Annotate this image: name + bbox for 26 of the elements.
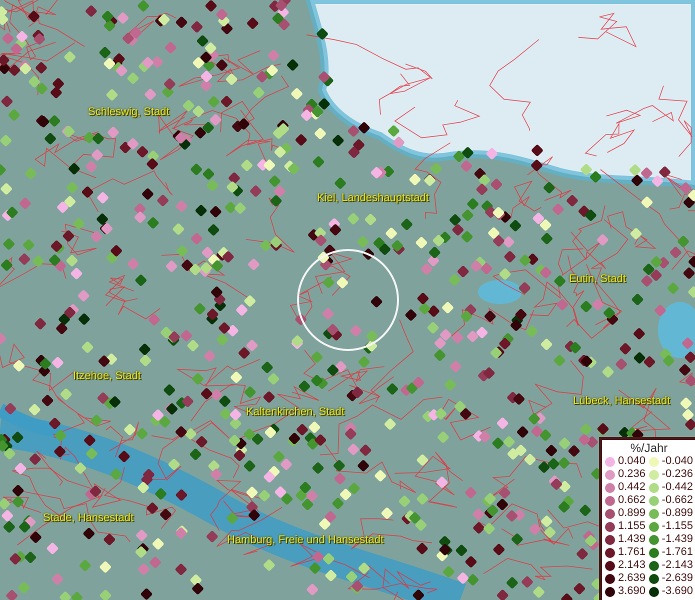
legend-value: -2.143 [662, 559, 693, 572]
legend-value: -2.639 [662, 572, 693, 585]
legend-value: 0.662 [618, 494, 646, 507]
legend-value: -0.899 [662, 507, 693, 520]
legend-value: -0.236 [662, 468, 693, 481]
legend-title: %/Jahr [629, 441, 669, 455]
legend-value: 3.690 [618, 585, 646, 598]
legend-value: -1.155 [662, 520, 693, 533]
legend-value: 1.761 [618, 546, 646, 559]
legend-value: 0.236 [618, 468, 646, 481]
legend-value: 0.040 [618, 455, 646, 468]
legend-value: -1.439 [662, 533, 693, 546]
legend-value: 2.639 [618, 572, 646, 585]
legend-value: -0.040 [662, 455, 693, 468]
legend-value: 1.155 [618, 520, 646, 533]
legend-value: 0.442 [618, 481, 646, 494]
legend-value: 2.143 [618, 559, 646, 572]
place-label: Schleswig, Stadt [88, 106, 170, 119]
place-label: Kiel, Landeshauptstadt [317, 192, 429, 205]
legend-value: 1.439 [618, 533, 646, 546]
legend-value: -1.761 [662, 546, 693, 559]
place-label: Itzehoe, Stadt [73, 370, 141, 383]
legend-value: -3.690 [662, 585, 693, 598]
legend-value: 0.899 [618, 507, 646, 520]
legend-value: -0.442 [662, 481, 693, 494]
legend-value: -0.662 [662, 494, 693, 507]
